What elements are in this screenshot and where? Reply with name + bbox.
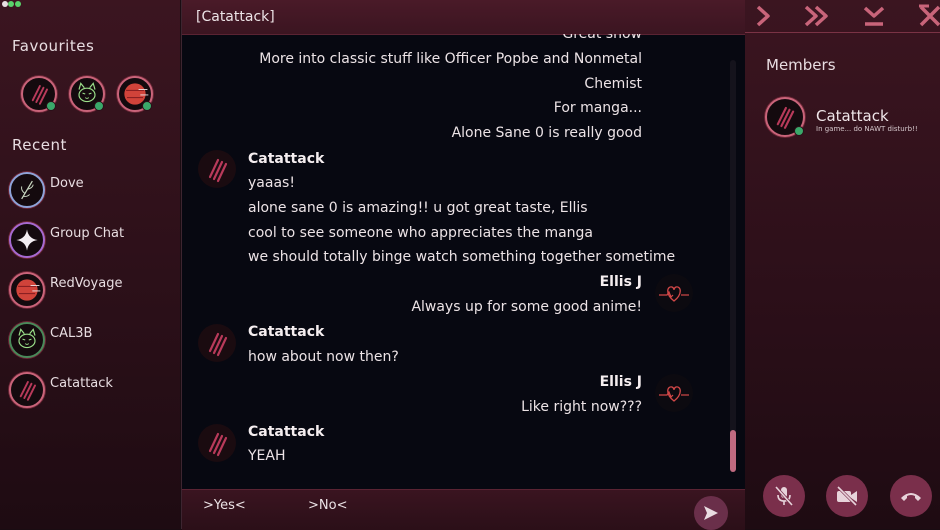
message-text: how about now then? bbox=[248, 349, 399, 365]
recent-item-label: Dove bbox=[50, 176, 84, 191]
members-title: Members bbox=[766, 56, 836, 74]
recent-item-label: Group Chat bbox=[50, 226, 125, 241]
message-text: alone sane 0 is amazing!! u got great ta… bbox=[248, 200, 588, 216]
message-text: Always up for some good anime! bbox=[411, 299, 642, 315]
favourite-cal3b[interactable] bbox=[69, 76, 105, 112]
mic-muted-icon bbox=[774, 486, 794, 506]
avatar bbox=[9, 372, 45, 408]
mute-mic-button[interactable] bbox=[763, 475, 805, 517]
avatar bbox=[765, 97, 805, 137]
avatar bbox=[655, 374, 693, 412]
message-sender: Ellis J bbox=[599, 274, 642, 290]
choice-yes-button[interactable]: >Yes< bbox=[203, 498, 246, 513]
next-button[interactable] bbox=[750, 3, 776, 29]
recent-item-label: RedVoyage bbox=[50, 276, 123, 291]
next-icon bbox=[756, 5, 770, 27]
hang-up-icon bbox=[901, 493, 921, 501]
dot-green-2 bbox=[15, 1, 21, 7]
reply-bar: >Yes< >No< bbox=[182, 489, 745, 530]
favourite-catattack[interactable] bbox=[21, 76, 57, 112]
message-text: For manga... bbox=[553, 100, 642, 116]
heartbeat-heart-icon bbox=[659, 286, 689, 302]
message-list[interactable]: Great show More into classic stuff like … bbox=[182, 34, 745, 489]
close-icon bbox=[919, 4, 940, 27]
avatar bbox=[198, 424, 236, 462]
online-indicator bbox=[142, 101, 152, 111]
claw-marks-icon bbox=[208, 158, 228, 183]
recent-item-label: CAL3B bbox=[50, 326, 93, 341]
dot-green bbox=[8, 1, 14, 7]
red-planet-icon bbox=[16, 279, 41, 301]
game-controls bbox=[745, 0, 940, 33]
message-sender: Ellis J bbox=[599, 374, 642, 390]
message-sender: Catattack bbox=[248, 324, 325, 340]
message-text: Alone Sane 0 is really good bbox=[451, 125, 642, 141]
member-name: Catattack bbox=[816, 107, 889, 125]
message-text: Like right now??? bbox=[521, 399, 642, 415]
fast-forward-button[interactable] bbox=[803, 3, 829, 29]
message-text: Great show bbox=[562, 34, 642, 42]
message-text: YEAH bbox=[248, 448, 286, 464]
scrollbar-thumb[interactable] bbox=[730, 430, 736, 472]
message-text: More into classic stuff like Officer Pop… bbox=[259, 51, 642, 67]
message-sender: Catattack bbox=[248, 151, 325, 167]
chat-title: [Catattack] bbox=[196, 9, 275, 25]
recent-item-catattack[interactable]: Catattack bbox=[0, 368, 180, 412]
member-status: In game... do NAWT disturb!! bbox=[816, 125, 918, 133]
chat-header: [Catattack] bbox=[182, 0, 745, 35]
recent-item-label: Catattack bbox=[50, 376, 113, 391]
avatar bbox=[198, 150, 236, 188]
avatar bbox=[9, 172, 45, 208]
avatar bbox=[9, 222, 45, 258]
avatar bbox=[9, 322, 45, 358]
recent-item-group-chat[interactable]: Group Chat bbox=[0, 218, 180, 262]
claw-marks-icon bbox=[19, 381, 36, 401]
scrollbar[interactable] bbox=[730, 60, 736, 472]
sidebar: Favourites Recent Dove Group Chat RedVoy… bbox=[0, 0, 180, 529]
favourite-redvoyage[interactable] bbox=[117, 76, 153, 112]
sparkle-icon bbox=[16, 229, 38, 251]
cat-face-icon bbox=[18, 328, 36, 349]
send-button[interactable] bbox=[694, 496, 728, 530]
online-indicator bbox=[46, 101, 56, 111]
skip-down-button[interactable] bbox=[861, 3, 887, 29]
members-panel: Members Catattack In game... do NAWT dis… bbox=[745, 0, 940, 529]
recent-title: Recent bbox=[12, 136, 67, 154]
message-text: cool to see someone who appreciates the … bbox=[248, 225, 594, 241]
fast-forward-icon bbox=[804, 5, 828, 27]
avatar bbox=[655, 274, 693, 312]
chat-panel: [Catattack] Great show More into classic… bbox=[181, 0, 746, 530]
leaf-icon bbox=[21, 180, 34, 200]
recent-item-redvoyage[interactable]: RedVoyage bbox=[0, 268, 180, 312]
message-sender: Catattack bbox=[248, 424, 325, 440]
recent-item-cal3b[interactable]: CAL3B bbox=[0, 318, 180, 362]
claw-marks-icon bbox=[208, 332, 228, 357]
favourites-title: Favourites bbox=[12, 37, 95, 55]
claw-marks-icon bbox=[208, 432, 228, 457]
video-off-icon bbox=[836, 485, 858, 507]
close-button[interactable] bbox=[917, 3, 940, 29]
heartbeat-heart-icon bbox=[659, 386, 689, 402]
member-catattack[interactable]: Catattack In game... do NAWT disturb!! bbox=[765, 96, 935, 138]
online-indicator bbox=[794, 126, 804, 136]
message-text: we should totally binge watch something … bbox=[248, 249, 676, 265]
hang-up-button[interactable] bbox=[890, 475, 932, 517]
online-indicator bbox=[94, 101, 104, 111]
skip-down-icon bbox=[863, 6, 885, 26]
avatar bbox=[9, 272, 45, 308]
recent-item-dove[interactable]: Dove bbox=[0, 168, 180, 212]
avatar bbox=[198, 324, 236, 362]
choice-no-button[interactable]: >No< bbox=[308, 498, 347, 513]
video-off-button[interactable] bbox=[826, 475, 868, 517]
message-text: Chemist bbox=[584, 76, 642, 92]
send-icon bbox=[704, 506, 718, 520]
message-text: yaaas! bbox=[248, 175, 295, 191]
